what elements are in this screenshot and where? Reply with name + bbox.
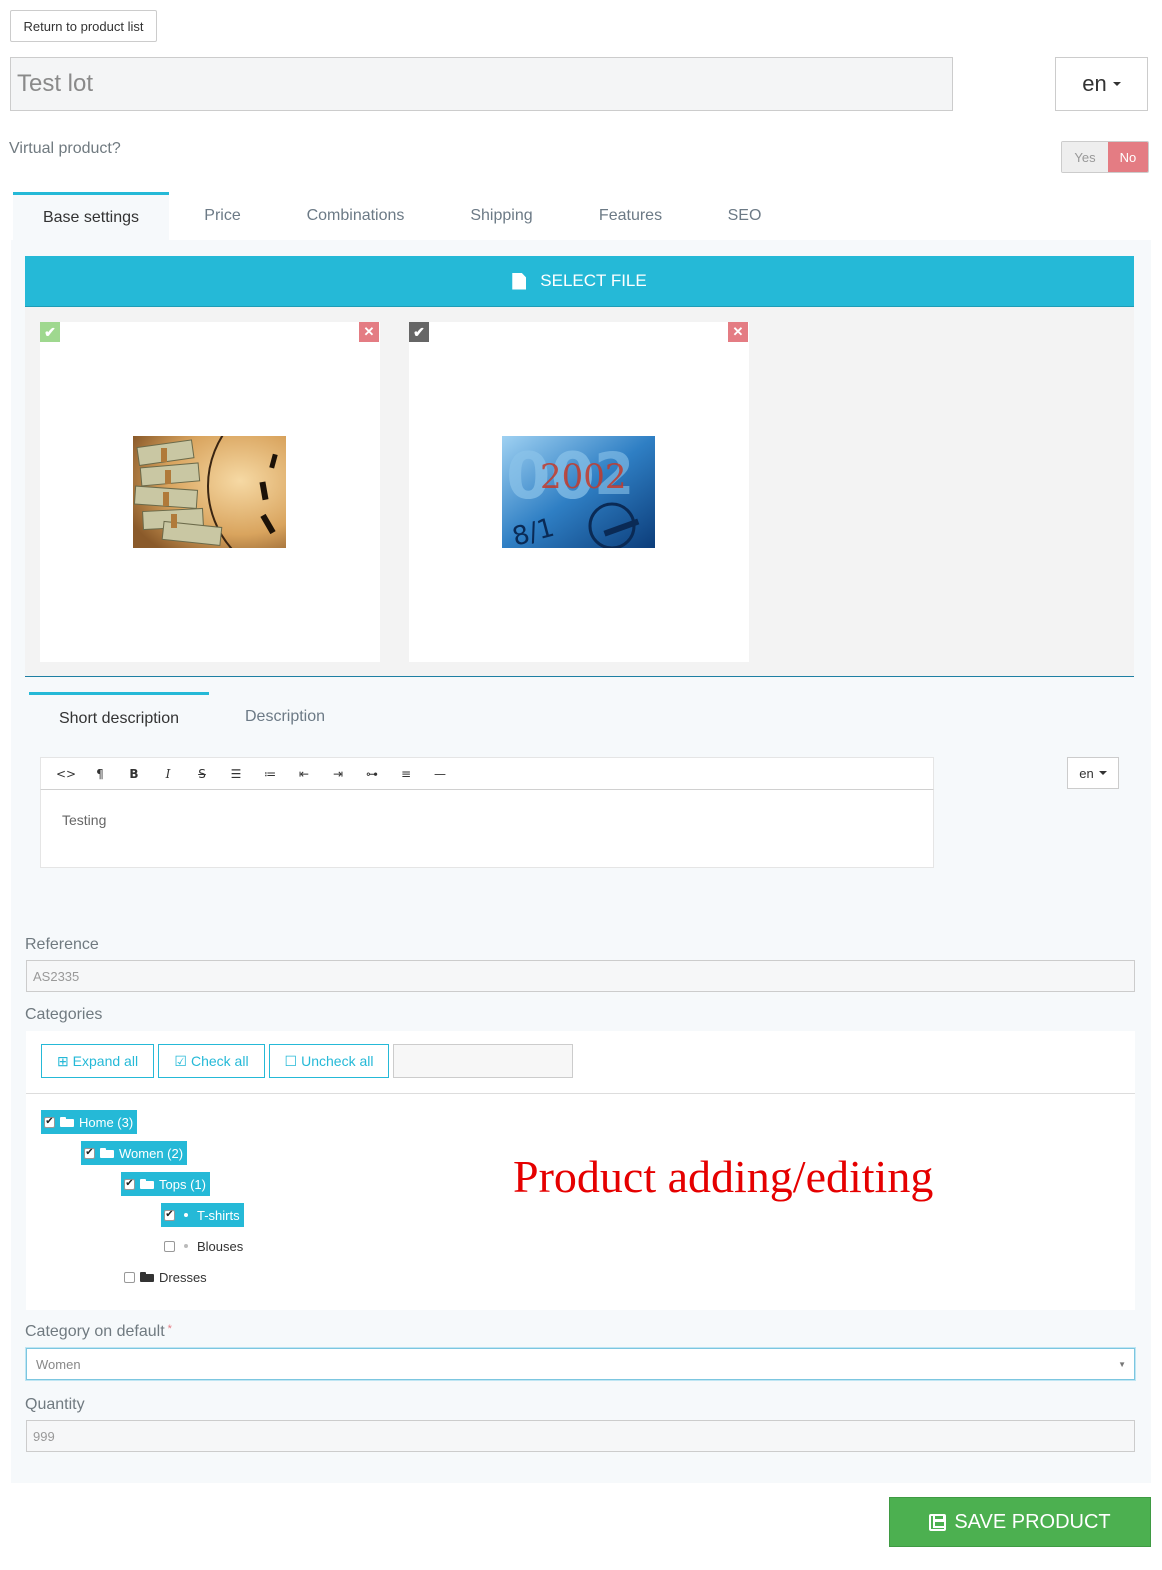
file-icon	[512, 272, 527, 290]
link-icon[interactable]: ⊶	[355, 758, 389, 789]
outdent-icon[interactable]: ⇤	[287, 758, 321, 789]
virtual-product-toggle[interactable]: Yes No	[1061, 141, 1149, 173]
return-to-product-list-button[interactable]: Return to product list	[10, 10, 157, 42]
checkbox-unchecked[interactable]	[124, 1271, 135, 1283]
required-mark: *	[167, 1323, 172, 1335]
select-file-label: SELECT FILE	[540, 271, 647, 290]
tree-node-label: Women (2)	[119, 1145, 184, 1161]
default-category-label: Category on default *	[25, 1323, 172, 1341]
image-card: ✔ ✕	[40, 322, 380, 662]
editor-language-label: en	[1079, 765, 1094, 781]
check-all-button[interactable]: ☑ Check all	[158, 1044, 265, 1078]
tab-shipping[interactable]: Shipping	[455, 192, 548, 240]
tab-description[interactable]: Description	[230, 692, 340, 742]
delete-image-icon[interactable]: ✕	[359, 322, 379, 342]
quantity-input[interactable]: 999	[26, 1420, 1135, 1452]
checkbox-checked[interactable]: ✔	[84, 1147, 95, 1159]
uncheck-all-label: Uncheck all	[301, 1053, 374, 1069]
tab-combinations[interactable]: Combinations	[290, 192, 421, 240]
tree-node-dresses[interactable]: Dresses	[124, 1265, 207, 1289]
select-file-button[interactable]: SELECT FILE	[25, 256, 1134, 307]
product-image-money-clock	[133, 436, 286, 548]
tab-base-settings[interactable]: Base settings	[13, 192, 169, 240]
check-icon[interactable]: ✔	[409, 322, 429, 342]
overlay-caption: Product adding/editing	[513, 1151, 934, 1202]
numbered-list-icon[interactable]: ≔	[253, 758, 287, 789]
virtual-product-label: Virtual product?	[9, 140, 121, 157]
floppy-disk-icon	[929, 1513, 947, 1531]
italic-icon[interactable]: I	[151, 758, 185, 789]
checkbox-unchecked[interactable]	[164, 1240, 175, 1252]
tab-short-description[interactable]: Short description	[29, 692, 209, 742]
short-description-editor[interactable]: Testing	[40, 790, 934, 868]
reference-label: Reference	[25, 936, 99, 953]
editor-language-dropdown[interactable]: en	[1067, 757, 1119, 789]
category-search-input[interactable]	[393, 1044, 573, 1078]
product-name-input[interactable]: Test lot	[10, 57, 953, 111]
checkbox-checked[interactable]: ✔	[164, 1209, 175, 1221]
default-category-value: Women	[36, 1356, 81, 1372]
save-product-button[interactable]: SAVE PRODUCT	[889, 1497, 1151, 1547]
virtual-no-option[interactable]: No	[1107, 142, 1148, 172]
tree-node-label: T-shirts	[197, 1207, 240, 1223]
folder-open-icon	[140, 1179, 154, 1189]
align-icon[interactable]: ≡	[389, 758, 423, 789]
check-all-label: Check all	[190, 1053, 249, 1069]
tree-node-blouses[interactable]: Blouses	[164, 1234, 243, 1258]
divider	[26, 1093, 1135, 1094]
tab-price[interactable]: Price	[185, 192, 260, 240]
leaf-dot-icon	[184, 1213, 188, 1217]
default-category-label-text: Category on default	[25, 1323, 165, 1340]
paragraph-icon[interactable]: ¶	[83, 758, 117, 789]
tree-node-women[interactable]: ✔ Women (2)	[81, 1141, 188, 1165]
language-label: en	[1082, 71, 1107, 96]
check-square-icon: ☑	[174, 1052, 187, 1069]
horizontal-rule-icon[interactable]: —	[423, 758, 457, 789]
tree-node-home[interactable]: ✔ Home (3)	[41, 1110, 138, 1134]
image-card: ✔ ✕ 00 2 2002 8/1	[409, 322, 749, 662]
language-dropdown[interactable]: en	[1055, 57, 1148, 111]
editor-toolbar: <> ¶ B I S ☰ ≔ ⇤ ⇥ ⊶ ≡ —	[40, 757, 934, 790]
svg-text:2002: 2002	[540, 457, 627, 497]
tree-node-label: Tops (1)	[159, 1176, 206, 1192]
square-icon: ☐	[284, 1052, 298, 1069]
categories-label: Categories	[25, 1006, 103, 1023]
tree-node-label: Dresses	[159, 1269, 207, 1285]
tree-node-label: Home (3)	[79, 1114, 134, 1130]
default-category-select[interactable]: Women ▼	[26, 1348, 1135, 1380]
code-icon[interactable]: <>	[49, 758, 83, 789]
folder-open-icon	[100, 1148, 114, 1158]
tree-node-tops[interactable]: ✔ Tops (1)	[121, 1172, 210, 1196]
checkbox-checked[interactable]: ✔	[44, 1116, 55, 1128]
plus-square-icon: ⊞	[56, 1052, 69, 1069]
triangle-down-icon: ▼	[1118, 1359, 1126, 1369]
bullet-list-icon[interactable]: ☰	[219, 758, 253, 789]
caret-down-icon	[1112, 82, 1121, 86]
indent-icon[interactable]: ⇥	[321, 758, 355, 789]
tree-node-tshirts[interactable]: ✔ T-shirts	[161, 1203, 244, 1227]
folder-open-icon	[60, 1117, 74, 1127]
reference-input[interactable]: AS2335	[26, 960, 1135, 992]
product-image-2002-calendar: 00 2 2002 8/1	[502, 436, 655, 548]
folder-icon	[140, 1272, 154, 1282]
strikethrough-icon[interactable]: S	[185, 758, 219, 789]
tree-node-label: Blouses	[197, 1238, 244, 1254]
cover-check-icon[interactable]: ✔	[40, 322, 60, 342]
virtual-yes-option[interactable]: Yes	[1062, 142, 1108, 172]
quantity-label: Quantity	[25, 1396, 85, 1413]
tab-features[interactable]: Features	[583, 192, 678, 240]
tab-seo[interactable]: SEO	[712, 192, 777, 240]
delete-image-icon[interactable]: ✕	[728, 322, 748, 342]
uncheck-all-button[interactable]: ☐ Uncheck all	[269, 1044, 389, 1078]
expand-all-button[interactable]: ⊞ Expand all	[41, 1044, 154, 1078]
expand-all-label: Expand all	[72, 1053, 139, 1069]
caret-down-icon	[1098, 771, 1107, 775]
bold-icon[interactable]: B	[117, 758, 151, 789]
checkbox-checked[interactable]: ✔	[124, 1178, 135, 1190]
leaf-dot-icon	[184, 1244, 188, 1248]
save-product-label: SAVE PRODUCT	[954, 1510, 1111, 1533]
